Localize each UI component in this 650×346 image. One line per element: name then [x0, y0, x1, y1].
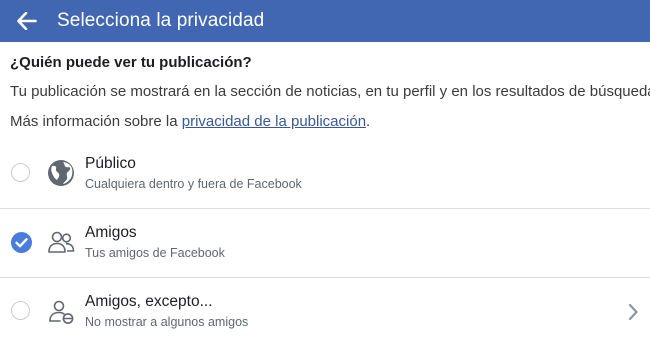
privacy-question: ¿Quién puede ver tu publicación?: [10, 54, 252, 71]
friends-except-icon: [49, 300, 74, 324]
radio-public[interactable]: [11, 163, 30, 182]
option-public-title: Público: [85, 155, 136, 172]
option-public-subtitle: Cualquiera dentro y fuera de Facebook: [85, 177, 302, 191]
more-info-suffix: .: [366, 113, 371, 130]
option-friends-except-title: Amigos, excepto...: [85, 293, 213, 310]
option-public[interactable]: Público Cualquiera dentro y fuera de Fac…: [0, 140, 650, 208]
post-privacy-link[interactable]: privacidad de la publicación: [182, 113, 366, 130]
chevron-right-icon: [628, 303, 638, 321]
more-info-prefix: Más información sobre la: [10, 113, 182, 130]
checkmark-icon: [15, 238, 28, 248]
friends-icon: [48, 231, 75, 253]
page-title: Selecciona la privacidad: [57, 10, 265, 31]
arrow-left-icon: [17, 12, 37, 30]
top-bar: Selecciona la privacidad: [0, 0, 650, 42]
back-button[interactable]: [0, 0, 54, 42]
globe-icon: [48, 160, 74, 186]
radio-friends[interactable]: [11, 232, 32, 253]
option-friends-except-subtitle: No mostrar a algunos amigos: [85, 315, 249, 329]
radio-friends-except[interactable]: [11, 301, 30, 320]
option-friends[interactable]: Amigos Tus amigos de Facebook: [0, 209, 650, 277]
privacy-description: Tu publicación se mostrará en la sección…: [10, 83, 650, 100]
option-friends-title: Amigos: [85, 224, 137, 241]
more-info-text: Más información sobre la privacidad de l…: [10, 113, 370, 130]
option-friends-subtitle: Tus amigos de Facebook: [85, 246, 225, 260]
option-friends-except[interactable]: Amigos, excepto... No mostrar a algunos …: [0, 278, 650, 346]
